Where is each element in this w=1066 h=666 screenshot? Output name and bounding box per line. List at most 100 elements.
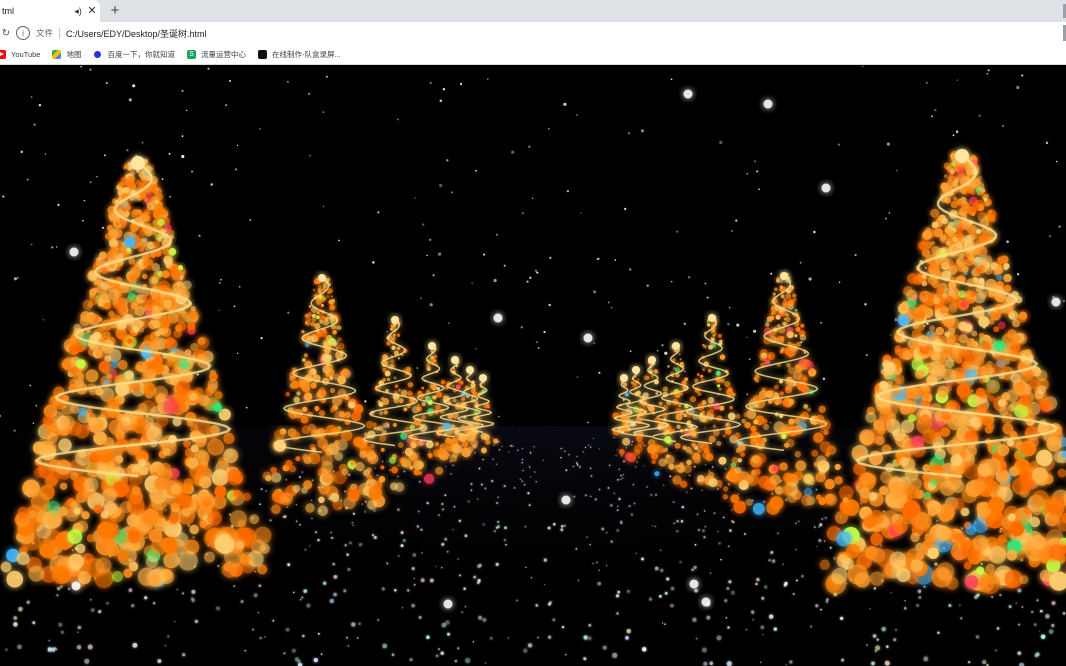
floor-sparkle <box>1062 612 1066 615</box>
floor-sparkle <box>299 524 301 526</box>
tree-light <box>818 405 826 413</box>
speaker-icon[interactable]: ◂) <box>72 6 84 17</box>
floor-sparkle <box>304 548 307 551</box>
tree-light <box>89 296 98 305</box>
tree-light <box>158 280 170 292</box>
tree-light <box>765 390 773 398</box>
tree-light <box>784 297 787 301</box>
floor-sparkle <box>820 608 822 611</box>
tree-light <box>978 264 986 272</box>
tree-light <box>435 466 444 475</box>
browser-tab[interactable]: tml ◂) ✕ <box>0 0 100 22</box>
star-dot <box>864 303 867 306</box>
tree-light <box>970 211 976 217</box>
tree-top-star <box>428 342 436 350</box>
tree-light <box>824 479 835 490</box>
star-dot <box>661 344 664 347</box>
tree-light <box>750 425 757 432</box>
tree-light <box>97 301 104 307</box>
tree-light <box>645 376 650 380</box>
floor-sparkle <box>265 490 267 492</box>
tree-light <box>92 287 99 294</box>
star-dot <box>746 393 749 396</box>
tree-light <box>349 488 360 500</box>
floor-sparkle <box>686 491 688 493</box>
floor-sparkle <box>446 550 449 553</box>
star-dot <box>924 266 927 269</box>
floor-sparkle <box>128 588 133 593</box>
url-field[interactable]: C:/Users/EDY/Desktop/圣诞树.html <box>66 27 207 40</box>
floor-sparkle <box>521 461 524 464</box>
snowflake <box>689 579 699 589</box>
tree-light <box>384 370 391 377</box>
floor-sparkle <box>106 602 109 605</box>
floor-sparkle <box>756 578 760 582</box>
floor-sparkle <box>397 554 400 557</box>
floor-sparkle <box>588 623 592 627</box>
tree-light <box>480 447 487 454</box>
tree-light <box>421 414 427 420</box>
tree-light <box>806 361 814 369</box>
tree-light <box>1024 349 1032 357</box>
tree-light <box>914 307 922 314</box>
floor-sparkle <box>529 452 532 454</box>
tree-light <box>144 244 151 251</box>
floor-sparkle <box>315 531 318 534</box>
floor-sparkle <box>503 485 506 488</box>
page-canvas[interactable] <box>0 66 1066 666</box>
floor-sparkle <box>478 615 482 620</box>
tree-light <box>910 532 920 543</box>
bookmark-online[interactable]: 在线制作-队盒录屏... <box>257 49 341 60</box>
tree-light <box>310 382 317 389</box>
tree-light <box>788 418 795 425</box>
close-icon[interactable]: ✕ <box>84 0 100 22</box>
info-icon[interactable]: i <box>16 26 30 40</box>
plus-icon[interactable]: + <box>106 1 124 21</box>
floor-sparkle <box>560 528 564 532</box>
bookmark-baidu[interactable]: 百度一下，你就知道 <box>93 49 175 60</box>
tree-light <box>706 410 711 415</box>
tree-light <box>792 293 797 298</box>
star-dot <box>598 371 601 374</box>
tree-light <box>93 504 103 514</box>
star-dot <box>308 92 311 95</box>
floor-sparkle <box>617 478 619 481</box>
bookmark-youtube[interactable]: YouTube <box>0 49 40 59</box>
floor-sparkle <box>620 478 622 480</box>
floor-sparkle <box>376 474 378 476</box>
tree-light <box>782 400 789 407</box>
tree-light <box>971 330 978 337</box>
star-dot <box>813 230 816 234</box>
floor-sparkle <box>381 460 384 463</box>
star-dot <box>191 170 194 173</box>
star-dot <box>610 306 613 309</box>
bookmark-maps[interactable]: 地图 <box>52 49 81 60</box>
tree-light <box>410 454 418 462</box>
tree-light <box>295 456 301 462</box>
tree-light <box>902 350 913 361</box>
tree-light <box>834 463 841 471</box>
tree-light <box>331 298 336 303</box>
nav-button-icon[interactable]: ↻ <box>0 28 12 39</box>
tree-light <box>144 229 153 237</box>
floor-sparkle <box>724 599 728 603</box>
floor-sparkle <box>638 456 640 458</box>
floor-sparkle <box>503 538 507 542</box>
floor-sparkle <box>815 488 818 491</box>
tree-light <box>483 434 491 441</box>
tree-light <box>703 344 707 349</box>
floor-sparkle <box>411 567 415 571</box>
tree-light <box>980 341 990 350</box>
floor-sparkle <box>77 625 82 630</box>
snowflake <box>443 599 453 609</box>
floor-sparkle <box>673 522 675 525</box>
bookmark-flow[interactable]: S 流量运营中心 <box>186 49 246 60</box>
tree-light <box>815 472 826 483</box>
tree-light <box>955 357 963 364</box>
tree-light <box>227 469 244 486</box>
tree-light <box>328 375 334 381</box>
tree-light <box>722 494 729 500</box>
tree-light <box>947 230 955 237</box>
floor-sparkle <box>1017 588 1022 593</box>
tree-light <box>408 465 414 470</box>
